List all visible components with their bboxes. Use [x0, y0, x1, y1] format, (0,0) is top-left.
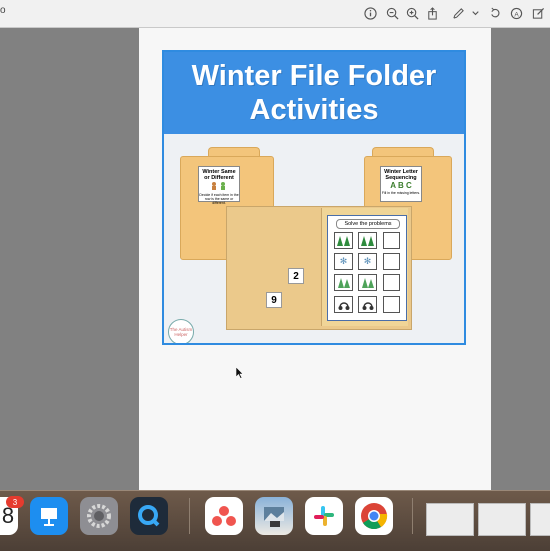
slack-app[interactable]	[305, 497, 343, 535]
chrome-icon	[361, 503, 388, 530]
notification-badge: 3	[6, 496, 24, 508]
left-folder-label-title: Winter Same or Different	[202, 169, 236, 181]
asana-icon	[212, 506, 236, 526]
minimized-window-thumbnail[interactable]	[426, 503, 474, 536]
annotate-circle-icon[interactable]: A	[508, 5, 524, 21]
autism-helper-logo: The Autism Helper	[168, 319, 194, 343]
right-folder-label-caption: Fill in the missing letters.	[381, 191, 421, 195]
snowflake-icon: ✻	[334, 253, 353, 270]
share-icon[interactable]	[424, 5, 440, 21]
zoom-out-icon[interactable]	[384, 5, 400, 21]
info-icon[interactable]	[362, 5, 378, 21]
cover-title-line2: Activities	[249, 94, 379, 126]
gingerbread-icon	[212, 182, 225, 190]
left-folder-label-caption: Decide if each item in the row is the sa…	[199, 193, 239, 205]
keynote-icon	[41, 508, 57, 526]
svg-text:A: A	[514, 11, 519, 18]
number-card: 9	[266, 292, 282, 308]
earmuffs-icon	[358, 296, 377, 313]
minimized-window-thumbnail[interactable]	[530, 503, 550, 536]
markup-pen-icon[interactable]	[450, 5, 466, 21]
asana-app[interactable]	[205, 497, 243, 535]
keynote-app[interactable]	[30, 497, 68, 535]
edit-box-icon[interactable]	[530, 5, 546, 21]
minimized-window-thumbnail[interactable]	[478, 503, 526, 536]
gear-icon	[87, 504, 111, 528]
right-folder-label-title: Winter Letter Sequencing	[384, 169, 418, 181]
tree-icon	[358, 274, 377, 291]
answer-box	[383, 232, 400, 249]
photo-icon	[264, 507, 284, 527]
zoom-in-icon[interactable]	[404, 5, 420, 21]
rotate-icon[interactable]	[487, 5, 503, 21]
dock-separator	[189, 498, 190, 534]
worksheet-title: Solve the problems	[336, 219, 400, 229]
system-settings-app[interactable]	[80, 497, 118, 535]
answer-box	[383, 253, 400, 270]
cover-banner: Winter File Folder Activities	[164, 52, 464, 134]
right-folder-letters: A B C	[390, 181, 412, 190]
number-card: 2	[288, 268, 304, 284]
mouse-cursor-icon	[236, 367, 244, 379]
chevron-down-icon[interactable]	[467, 5, 483, 21]
chrome-app[interactable]	[355, 497, 393, 535]
slack-icon	[314, 506, 334, 526]
left-folder-label: Winter Same or Different Decide if each …	[198, 166, 240, 205]
preview-app[interactable]	[255, 497, 293, 535]
cover-image: Winter File Folder Activities Winter Sam…	[162, 50, 466, 345]
tree-icon	[334, 274, 353, 291]
quicktime-app[interactable]	[130, 497, 168, 535]
cover-title-line1: Winter File Folder	[191, 60, 437, 92]
tree-icon	[358, 232, 377, 249]
answer-box	[383, 274, 400, 291]
earmuffs-icon	[334, 296, 353, 313]
worksheet: Solve the problems ✻ ✻	[327, 215, 407, 321]
tree-icon	[334, 232, 353, 249]
answer-box	[383, 296, 400, 313]
quicktime-icon	[138, 505, 160, 527]
toolbar-title-fragment: o	[0, 5, 6, 16]
right-folder-label: Winter Letter Sequencing A B C Fill in t…	[380, 166, 422, 202]
dock-separator	[412, 498, 413, 534]
snowflake-icon: ✻	[358, 253, 377, 270]
viewer-toolbar: o A	[0, 0, 550, 28]
